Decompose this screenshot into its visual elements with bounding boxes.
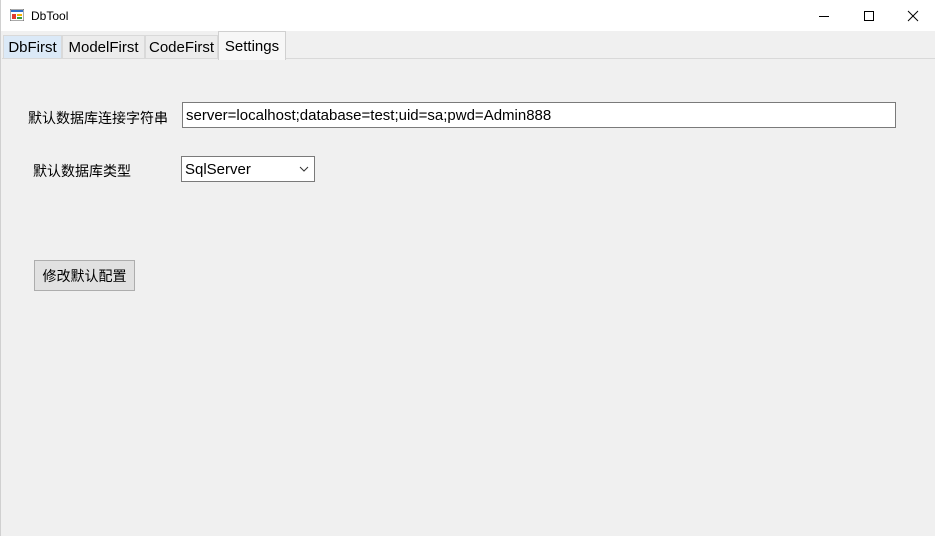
db-type-selected-value: SqlServer — [185, 161, 251, 178]
minimize-icon — [819, 15, 829, 17]
db-type-label: 默认数据库类型 — [33, 163, 131, 179]
tab-modelfirst[interactable]: ModelFirst — [62, 35, 145, 59]
tab-label: DbFirst — [8, 39, 57, 56]
close-button[interactable] — [890, 0, 935, 31]
button-label: 修改默认配置 — [42, 267, 127, 284]
settings-page — [2, 58, 935, 536]
connection-string-label: 默认数据库连接字符串 — [28, 110, 168, 126]
tab-dbfirst[interactable]: DbFirst — [3, 35, 62, 59]
dbtool-app-icon — [10, 9, 24, 21]
db-type-select[interactable]: SqlServer — [181, 156, 315, 182]
tab-label: CodeFirst — [148, 39, 215, 56]
tab-strip: DbFirst ModelFirst CodeFirst Settings — [1, 31, 935, 60]
save-default-config-button[interactable]: 修改默认配置 — [34, 260, 135, 291]
minimize-button[interactable] — [801, 0, 847, 31]
connection-string-input[interactable]: server=localhost;database=test;uid=sa;pw… — [182, 102, 896, 128]
tab-settings[interactable]: Settings — [218, 31, 286, 60]
window-title: DbTool — [31, 9, 69, 23]
tab-label: ModelFirst — [68, 39, 139, 56]
maximize-button[interactable] — [846, 0, 892, 31]
close-icon — [907, 10, 919, 21]
maximize-icon — [864, 10, 874, 21]
title-bar[interactable]: DbTool — [1, 0, 935, 31]
tab-label: Settings — [224, 37, 280, 55]
app-window: DbTool DbFirst ModelFirst CodeFirst Sett… — [0, 0, 935, 536]
tab-codefirst[interactable]: CodeFirst — [145, 35, 218, 59]
chevron-down-icon — [299, 166, 309, 172]
